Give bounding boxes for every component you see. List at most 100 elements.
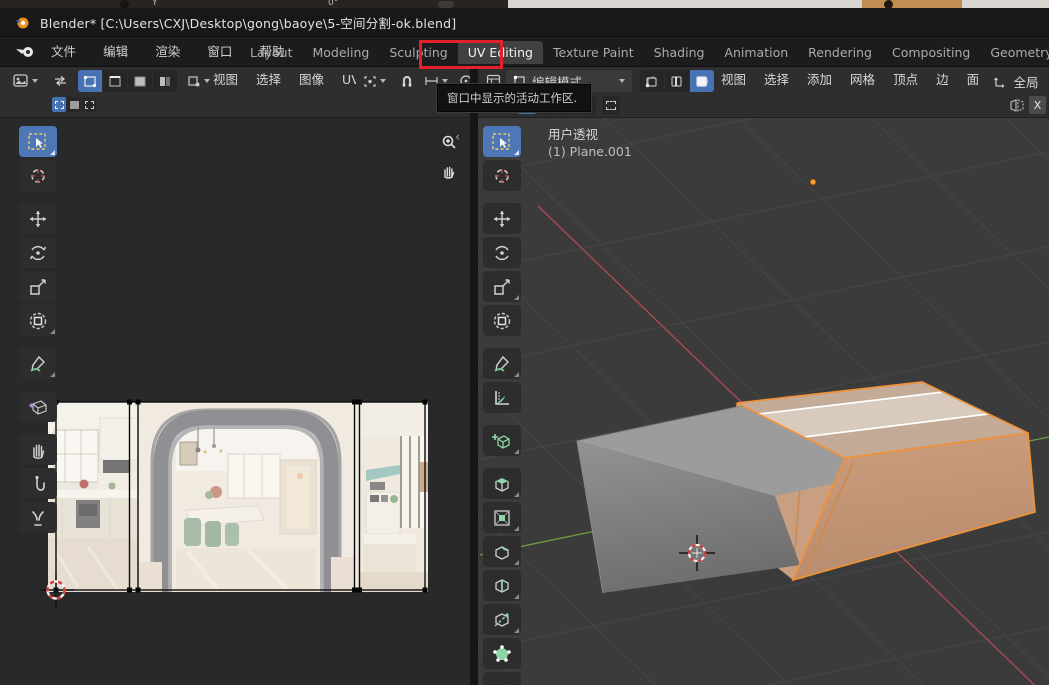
tool-cursor-button[interactable] xyxy=(19,160,57,191)
blender-logo-icon xyxy=(14,14,30,30)
tool-relax-button[interactable] xyxy=(19,468,57,499)
view3d-menu-view[interactable]: 视图 xyxy=(712,67,755,93)
uv-canvas[interactable] xyxy=(40,394,440,634)
pan-hand-icon xyxy=(441,164,456,179)
sliver-icon xyxy=(120,0,129,8)
view3d-menu-select[interactable]: 选择 xyxy=(755,67,798,93)
tool3d-transform-button[interactable] xyxy=(483,305,521,336)
view3d-menus: 视图 选择 添加 网格 顶点 边 面 UV xyxy=(712,67,1024,93)
chevron-down-icon xyxy=(442,79,448,83)
uv-menu-view[interactable]: 视图 xyxy=(204,67,247,93)
view3d-menu-edge[interactable]: 边 xyxy=(927,67,958,93)
uv-select-mode-vertex[interactable] xyxy=(78,70,102,92)
select-mode-edge[interactable] xyxy=(665,70,689,92)
tooltip: 窗口中显示的活动工作区. xyxy=(437,84,591,112)
view3d-menu-add[interactable]: 添加 xyxy=(798,67,841,93)
tool-rotate-button[interactable] xyxy=(19,237,57,268)
uv-menu-image[interactable]: 图像 xyxy=(290,67,333,93)
uv-sync-icon xyxy=(53,74,68,88)
chevron-down-icon xyxy=(380,79,386,83)
tab-animation[interactable]: Animation xyxy=(714,41,798,64)
view3d-menu-face[interactable]: 面 xyxy=(958,67,989,93)
uv-snap-toggle[interactable] xyxy=(396,70,418,92)
editor-separator[interactable] xyxy=(470,67,478,685)
tool3d-move-button[interactable] xyxy=(483,203,521,234)
uv-editor-type-button[interactable] xyxy=(6,70,44,92)
tool3d-cursor-button[interactable] xyxy=(483,160,521,191)
tab-shading[interactable]: Shading xyxy=(644,41,715,64)
tool3d-spin-button[interactable] xyxy=(483,672,521,685)
blender-app-icon[interactable] xyxy=(16,45,36,59)
topbar: 文件 编辑 渲染 窗口 帮助 Layout Modeling Sculpting… xyxy=(0,37,1049,67)
tab-compositing[interactable]: Compositing xyxy=(882,41,980,64)
select-mode-group xyxy=(640,70,714,92)
uv-sync-selection-toggle[interactable] xyxy=(48,70,72,92)
tool-scale-button[interactable] xyxy=(19,271,57,302)
viewport-3d-area[interactable] xyxy=(478,118,1049,685)
mirror-icon xyxy=(1008,98,1026,113)
workspace-tabs: Layout Modeling Sculpting UV Editing Tex… xyxy=(240,37,1049,67)
tool3d-add-cube-button[interactable] xyxy=(483,425,521,456)
view3d-toolbar xyxy=(483,126,521,685)
tool3d-loop-cut-button[interactable] xyxy=(483,570,521,601)
tool3d-measure-button[interactable] xyxy=(483,382,521,413)
background-window-sliver: Y 0° xyxy=(0,0,1049,8)
uv-sidebar-collapse-arrow[interactable]: ‹ xyxy=(455,130,460,145)
uv-editor-area[interactable]: ‹ xyxy=(0,118,470,685)
tool-transform-button[interactable] xyxy=(19,305,57,336)
tab-geometry-nodes[interactable]: Geometry Nodes xyxy=(980,41,1049,64)
sliver-label-angle: 0° xyxy=(328,0,338,8)
uv-overlay-toggle-3[interactable] xyxy=(82,97,96,112)
tool3d-bevel-button[interactable] xyxy=(483,536,521,567)
tool3d-tweak-select-button[interactable] xyxy=(483,126,521,157)
vp-xray-toggle[interactable] xyxy=(602,96,620,114)
tab-sculpting[interactable]: Sculpting xyxy=(379,41,457,64)
select-mode-vertex[interactable] xyxy=(640,70,664,92)
select-mode-face[interactable] xyxy=(690,70,714,92)
tooltip-text: 窗口中显示的活动工作区. xyxy=(447,90,577,106)
tab-texture-paint[interactable]: Texture Paint xyxy=(543,41,644,64)
tool3d-extrude-button[interactable] xyxy=(483,468,521,499)
tool-move-button[interactable] xyxy=(19,203,57,234)
mirror-x-toggle[interactable]: X xyxy=(1029,96,1046,114)
tool-grab-button[interactable] xyxy=(19,434,57,465)
tool3d-poly-build-button[interactable] xyxy=(483,638,521,669)
tab-layout[interactable]: Layout xyxy=(240,41,303,64)
menu-edit[interactable]: 编辑 xyxy=(92,37,139,67)
tab-uv-editing[interactable]: UV Editing xyxy=(458,41,543,64)
uv-select-mode-face[interactable] xyxy=(128,70,152,92)
tool-rip-region-button[interactable] xyxy=(19,391,57,422)
chevron-down-icon xyxy=(32,79,38,83)
uv-overlay-toggle-2[interactable] xyxy=(67,97,81,112)
uv-overlay-toggle-1[interactable] xyxy=(52,97,66,112)
uv-select-mode-group xyxy=(78,70,177,92)
uv-menu-select[interactable]: 选择 xyxy=(247,67,290,93)
uv-pan-gizmo[interactable] xyxy=(435,158,462,185)
tool-annotate-button[interactable] xyxy=(19,348,57,379)
uv-select-mode-edge[interactable] xyxy=(103,70,127,92)
uv-toolbar xyxy=(19,126,57,542)
tool3d-annotate-button[interactable] xyxy=(483,348,521,379)
view3d-menu-vertex[interactable]: 顶点 xyxy=(884,67,927,93)
tool3d-knife-button[interactable] xyxy=(483,604,521,635)
tool-tweak-select-button[interactable] xyxy=(19,126,57,157)
tool3d-scale-button[interactable] xyxy=(483,271,521,302)
tool-pinch-button[interactable] xyxy=(19,502,57,533)
menu-file[interactable]: 文件 xyxy=(40,37,87,67)
tool3d-inset-button[interactable] xyxy=(483,502,521,533)
window-titlebar: Blender* [C:\Users\CXJ\Desktop\gong\baoy… xyxy=(0,8,1049,37)
chevron-down-icon xyxy=(619,79,625,83)
view3d-menu-mesh[interactable]: 网格 xyxy=(841,67,884,93)
tab-rendering[interactable]: Rendering xyxy=(798,41,882,64)
menu-window[interactable]: 窗口 xyxy=(196,37,243,67)
tab-modeling[interactable]: Modeling xyxy=(303,41,380,64)
uv-reference-image xyxy=(48,402,428,592)
orientation-dropdown[interactable]: 全局 xyxy=(986,70,1046,92)
menu-render[interactable]: 渲染 xyxy=(144,37,191,67)
uv-select-mode-island[interactable] xyxy=(153,70,177,92)
viewport-3d-canvas[interactable] xyxy=(478,118,1049,685)
sliver-wood-area xyxy=(862,0,962,8)
sliver-label-y: Y xyxy=(152,0,158,8)
tool3d-rotate-button[interactable] xyxy=(483,237,521,268)
uv-pivot-dropdown[interactable] xyxy=(356,70,392,92)
